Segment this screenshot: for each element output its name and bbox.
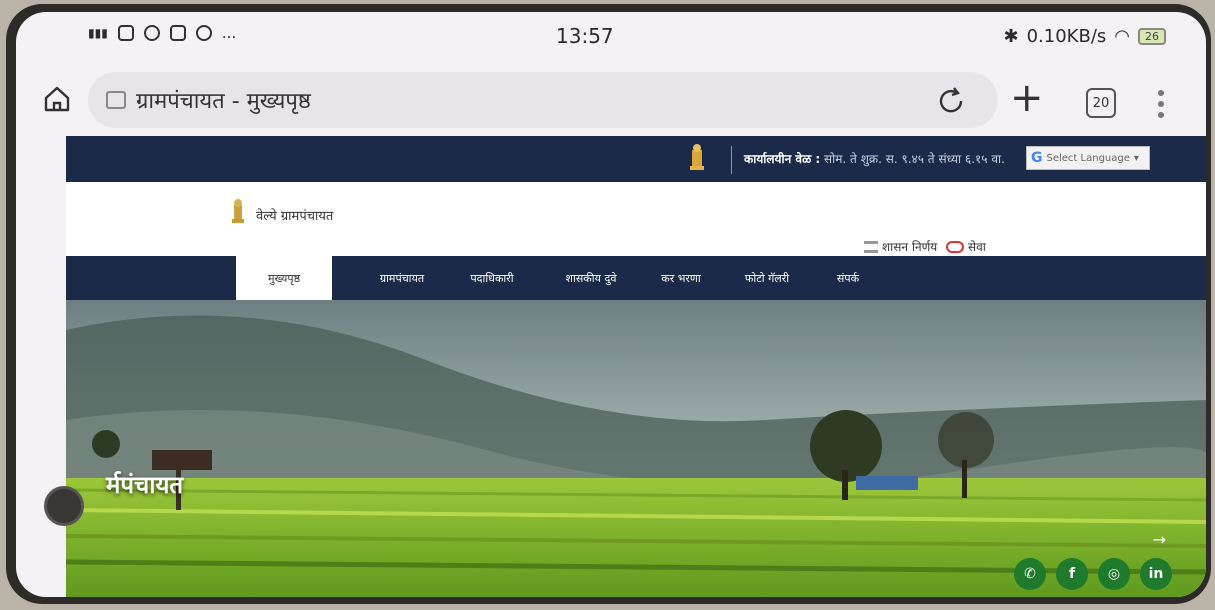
main-nav: मुख्यपृष्ठ ग्रामपंचायत पदाधिकारी शासकीय … bbox=[66, 254, 1206, 302]
camera-cutout bbox=[44, 486, 84, 526]
seva-label: सेवा bbox=[968, 240, 986, 254]
phone-screen: ▮▮▮ ... 13:57 ✱ 0.10KB/s ◠ 26 ग्रामपंचाय… bbox=[16, 12, 1206, 597]
tab-count-button[interactable]: 20 bbox=[1086, 88, 1116, 118]
office-hours-label: कार्यालयीन वेळ : bbox=[744, 152, 821, 166]
hero-landscape-image bbox=[66, 300, 1206, 597]
top-info-strip: कार्यालयीन वेळ : सोम. ते शुक्र. स. ९.४५ … bbox=[66, 136, 1206, 182]
overflow-menu-icon[interactable] bbox=[1158, 90, 1166, 122]
slider-next-arrow[interactable]: → bbox=[1153, 530, 1166, 549]
nav-item-office-bearers[interactable]: पदाधिकारी bbox=[452, 256, 532, 300]
whatsapp-icon bbox=[143, 25, 160, 41]
whatsapp-icon bbox=[195, 25, 212, 41]
reload-icon[interactable] bbox=[934, 84, 968, 118]
more-notifications: ... bbox=[221, 24, 237, 42]
office-hours: कार्यालयीन वेळ : सोम. ते शुक्र. स. ९.४५ … bbox=[744, 150, 1005, 167]
chevron-down-icon: ▾ bbox=[1133, 152, 1139, 164]
site-header: वेल्ये ग्रामपंचायत शासन निर्णय सेवा bbox=[66, 182, 1206, 256]
nav-item-photo-gallery[interactable]: फोटो गॅलरी bbox=[726, 256, 808, 300]
home-icon[interactable] bbox=[42, 84, 72, 114]
nav-item-contact[interactable]: संपर्क bbox=[818, 256, 878, 300]
network-speed: 0.10KB/s bbox=[1026, 26, 1107, 47]
nav-item-gram-panchayat[interactable]: ग्रामपंचायत bbox=[362, 256, 442, 300]
new-tab-button[interactable]: + bbox=[1010, 78, 1044, 118]
whatsapp-icon[interactable]: ✆ bbox=[1014, 558, 1046, 590]
facebook-icon bbox=[117, 25, 134, 41]
bluetooth-icon: ✱ bbox=[1003, 26, 1019, 47]
google-icon: G bbox=[1031, 150, 1043, 166]
language-select-label: Select Language bbox=[1046, 152, 1130, 164]
building-icon bbox=[864, 240, 878, 253]
wifi-icon: ◠ bbox=[1114, 26, 1130, 47]
app-icon bbox=[169, 25, 186, 41]
service-icon bbox=[946, 240, 964, 253]
gov-decision-link[interactable]: शासन निर्णय bbox=[864, 238, 937, 255]
emblem-logo-icon[interactable] bbox=[228, 198, 248, 226]
address-bar[interactable]: ग्रामपंचायत - मुख्यपृष्ठ bbox=[88, 72, 998, 128]
website-viewport: कार्यालयीन वेळ : सोम. ते शुक्र. स. ९.४५ … bbox=[66, 136, 1206, 597]
nav-item-tax-payment[interactable]: कर भरणा bbox=[646, 256, 716, 300]
nav-item-gov-links[interactable]: शासकीय दुवे bbox=[546, 256, 636, 300]
facebook-icon[interactable]: f bbox=[1056, 558, 1088, 590]
status-right: ✱ 0.10KB/s ◠ 26 bbox=[1003, 26, 1166, 47]
browser-toolbar: ग्रामपंचायत - मुख्यपृष्ठ + 20 bbox=[16, 64, 1206, 136]
status-bar: ▮▮▮ ... 13:57 ✱ 0.10KB/s ◠ 26 bbox=[16, 12, 1206, 58]
gram-panchayat-name[interactable]: वेल्ये ग्रामपंचायत bbox=[256, 206, 333, 224]
instagram-icon[interactable]: ◎ bbox=[1098, 558, 1130, 590]
linkedin-icon[interactable]: in bbox=[1140, 558, 1172, 590]
hero-caption: र्मपंचायत bbox=[106, 471, 184, 499]
national-emblem-icon bbox=[690, 144, 704, 170]
social-links: ✆ f ◎ in bbox=[1014, 558, 1172, 590]
language-select[interactable]: G Select Language ▾ bbox=[1026, 146, 1150, 170]
signal-icon: ▮▮▮ bbox=[88, 26, 108, 40]
status-time: 13:57 bbox=[556, 24, 614, 48]
gov-decision-label: शासन निर्णय bbox=[882, 240, 938, 254]
strip-divider bbox=[731, 146, 732, 174]
page-title: ग्रामपंचायत - मुख्यपृष्ठ bbox=[136, 89, 311, 114]
seva-link[interactable]: सेवा bbox=[946, 238, 986, 255]
nav-item-home[interactable]: मुख्यपृष्ठ bbox=[236, 254, 332, 302]
status-left-icons: ▮▮▮ ... bbox=[88, 24, 236, 42]
battery-icon: 26 bbox=[1138, 28, 1166, 45]
office-hours-value: सोम. ते शुक्र. स. ९.४५ ते संध्या ६.१५ वा… bbox=[824, 152, 1005, 166]
page-icon bbox=[106, 91, 126, 109]
hero-banner: र्मपंचायत → ✆ f ◎ in bbox=[66, 300, 1206, 597]
phone-frame: ▮▮▮ ... 13:57 ✱ 0.10KB/s ◠ 26 ग्रामपंचाय… bbox=[6, 4, 1211, 604]
